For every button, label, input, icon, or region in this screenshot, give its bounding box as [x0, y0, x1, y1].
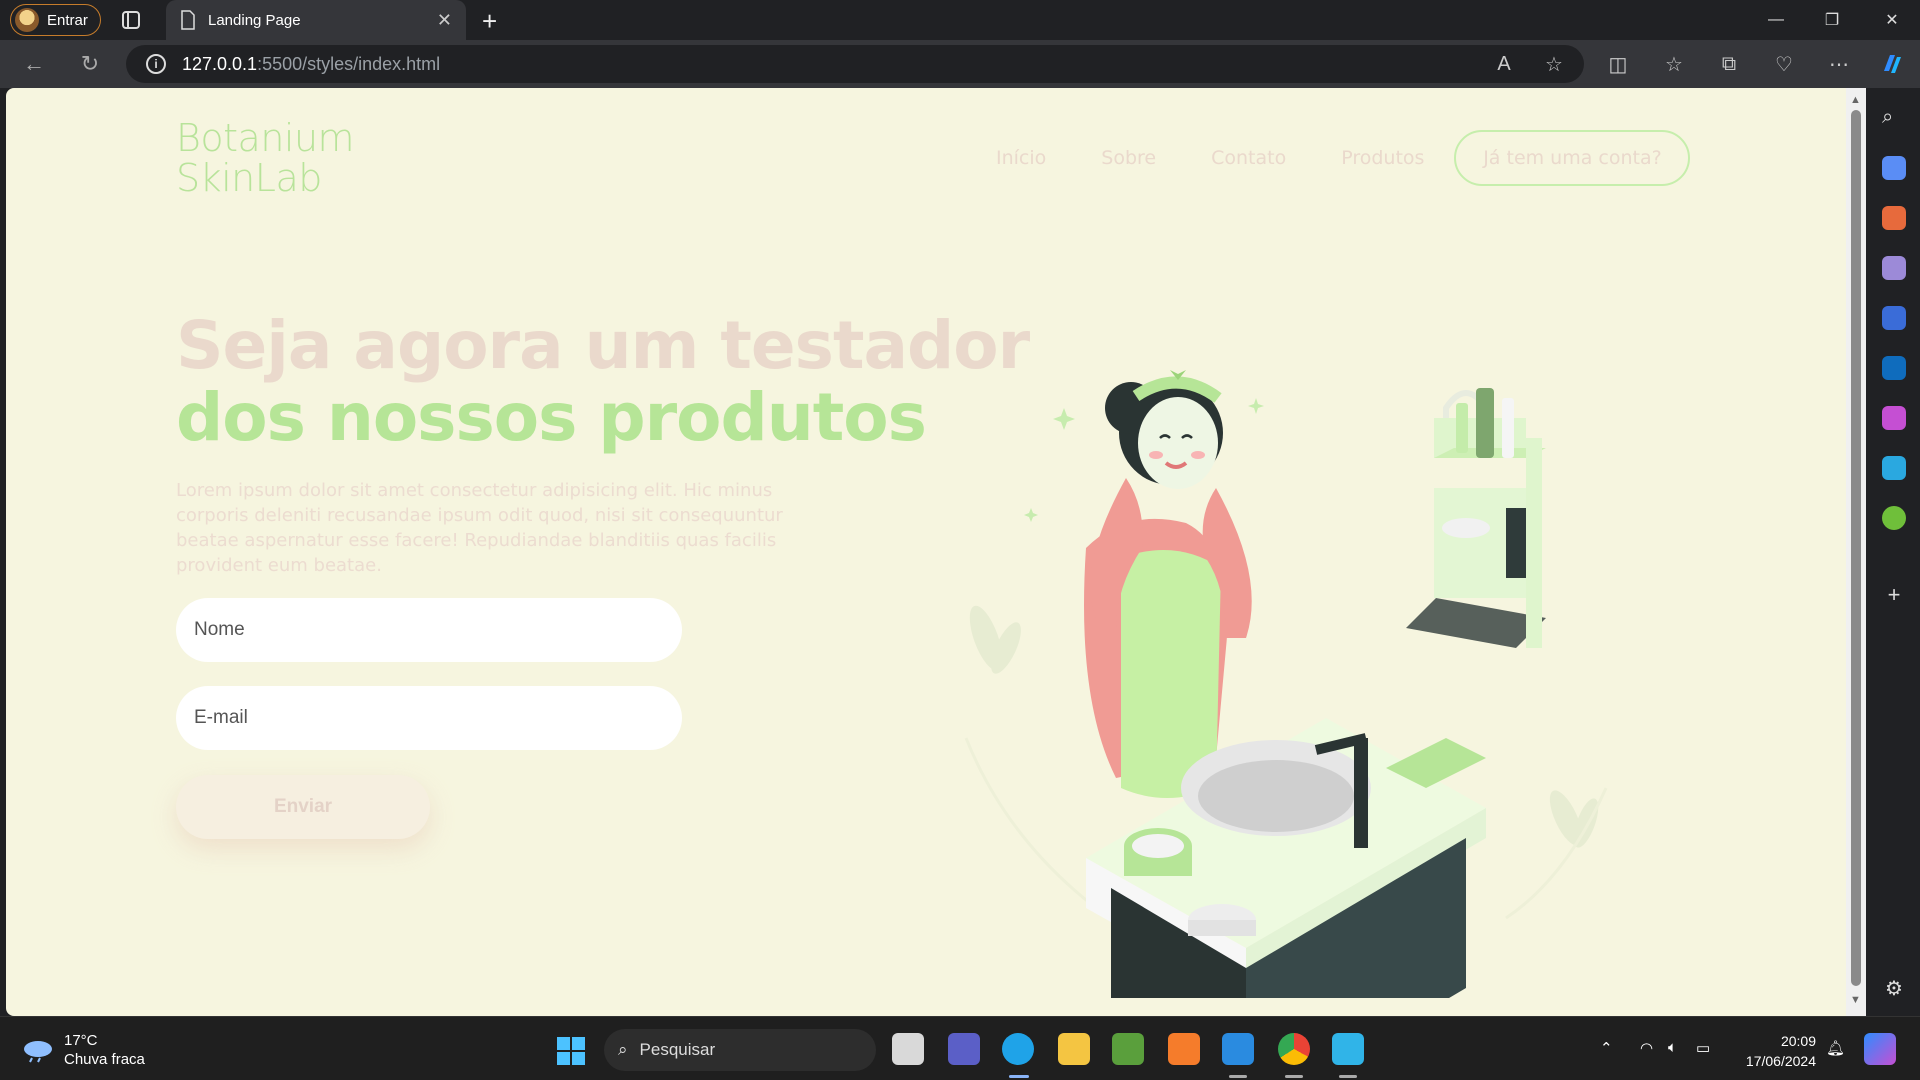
copilot-taskbar-icon[interactable] — [1864, 1033, 1896, 1065]
settings-gear-icon[interactable]: ⚙ — [1882, 976, 1906, 1000]
nav-inicio[interactable]: Início — [996, 147, 1046, 169]
clock-date: 17/06/2024 — [1745, 1053, 1816, 1069]
temperature: 17°C — [64, 1032, 98, 1049]
page-scrollbar[interactable]: ▲ ▼ — [1846, 88, 1866, 1016]
notepad-icon[interactable] — [1332, 1033, 1364, 1065]
file-explorer-icon[interactable] — [1058, 1033, 1090, 1065]
scrollbar-thumb[interactable] — [1851, 110, 1861, 986]
hero-description: Lorem ipsum dolor sit amet consectetur a… — [176, 480, 783, 576]
more-menu-icon[interactable]: ⋯ — [1825, 50, 1853, 78]
chrome-running-indicator — [1285, 1075, 1303, 1078]
document-icon — [181, 10, 195, 30]
page-viewport: Botanium SkinLab Início Sobre Contato Pr… — [6, 88, 1846, 1016]
nav-produtos[interactable]: Produtos — [1341, 147, 1424, 169]
split-screen-icon[interactable]: ◫ — [1604, 50, 1632, 78]
wifi-icon[interactable]: ◠ — [1640, 1039, 1653, 1057]
vscode-running-indicator — [1229, 1075, 1247, 1078]
read-aloud-icon[interactable]: A — [1490, 50, 1518, 78]
refresh-icon[interactable]: ↻ — [76, 50, 104, 78]
teams-icon[interactable] — [948, 1033, 980, 1065]
system-clock[interactable]: 20:09 17/06/2024 — [1734, 1031, 1816, 1071]
browser-essentials-icon[interactable]: ♡ — [1770, 50, 1798, 78]
name-placeholder: Nome — [194, 619, 245, 640]
address-bar[interactable]: i 127.0.0.1:5500/styles/index.html — [126, 45, 1584, 83]
tools-briefcase-icon[interactable] — [1882, 206, 1906, 230]
edge-sidebar: ⌕ + ⚙ — [1868, 88, 1920, 1016]
copilot-icon[interactable] — [1878, 50, 1906, 78]
search-icon: ⌕ — [618, 1040, 628, 1059]
scroll-down-icon[interactable]: ▼ — [1850, 994, 1861, 1006]
search-label: Pesquisar — [639, 1040, 716, 1059]
back-icon[interactable]: ← — [20, 50, 48, 78]
minimize-icon[interactable]: — — [1748, 0, 1804, 40]
url-host: 127.0.0.1 — [182, 53, 258, 74]
xampp-icon[interactable] — [1168, 1033, 1200, 1065]
url-path: :5500/styles/index.html — [257, 53, 441, 74]
notepad-running-indicator — [1339, 1075, 1357, 1078]
favorite-star-icon[interactable]: ☆ — [1540, 50, 1568, 78]
collections-icon[interactable]: ⧉ — [1715, 50, 1743, 78]
woman-figure — [1084, 370, 1252, 798]
battery-icon[interactable]: ▭ — [1696, 1039, 1710, 1057]
outlook-icon[interactable] — [1882, 356, 1906, 380]
tree-icon[interactable] — [1882, 506, 1906, 530]
games-icon[interactable] — [1882, 256, 1906, 280]
site-info-icon[interactable]: i — [146, 54, 166, 74]
tab-landing-page[interactable]: Landing Page ✕ — [166, 0, 466, 40]
volume-icon[interactable]: 🔈︎ — [1668, 1039, 1677, 1056]
name-input[interactable]: Nome — [176, 598, 682, 662]
profile-button[interactable]: Entrar — [10, 4, 101, 36]
windows-start-icon[interactable] — [557, 1037, 585, 1065]
designer-icon[interactable] — [1882, 406, 1906, 430]
show-hidden-icons-icon[interactable]: ⌃ — [1600, 1039, 1613, 1057]
task-view-icon[interactable] — [892, 1033, 924, 1065]
skincare-illustration — [964, 370, 1608, 998]
scroll-up-icon[interactable]: ▲ — [1850, 94, 1861, 106]
email-placeholder: E-mail — [194, 707, 248, 728]
profile-label: Entrar — [47, 11, 88, 29]
email-input[interactable]: E-mail — [176, 686, 682, 750]
address-toolbar: ← ↻ i 127.0.0.1:5500/styles/index.html A… — [0, 40, 1920, 88]
tab-actions-icon[interactable] — [120, 9, 142, 31]
browser-titlebar: Entrar Landing Page ✕ + — ❐ ✕ — [0, 0, 1920, 40]
logo-line-2: SkinLab — [176, 156, 322, 200]
logo-line-1: Botanium — [176, 116, 355, 160]
restore-icon[interactable]: ❐ — [1804, 0, 1860, 40]
send-icon[interactable] — [1882, 456, 1906, 480]
copilot-sidebar-icon[interactable] — [1882, 306, 1906, 330]
weather-widget[interactable]: 17°C Chuva fraca — [22, 1031, 145, 1069]
hero-headline: Seja agora um testador dos nossos produt… — [176, 307, 1030, 456]
bathroom-shelf — [1406, 388, 1546, 648]
headline-line-1: Seja agora um testador — [176, 307, 1030, 384]
profile-avatar — [15, 8, 39, 32]
nav-sobre[interactable]: Sobre — [1101, 147, 1156, 169]
main-nav: Início Sobre Contato Produtos Já tem uma… — [996, 130, 1691, 186]
search-icon[interactable]: ⌕ — [1882, 106, 1906, 130]
weather-condition: Chuva fraca — [64, 1051, 145, 1068]
notifications-bell-icon[interactable]: 🔔︎ — [1826, 1039, 1845, 1057]
site-logo[interactable]: Botanium SkinLab — [176, 116, 355, 200]
headline-line-2: dos nossos produtos — [176, 379, 927, 456]
vscode-icon[interactable] — [1222, 1033, 1254, 1065]
edge-active-indicator — [1009, 1075, 1029, 1078]
add-icon[interactable]: + — [1882, 582, 1906, 607]
close-tab-icon[interactable]: ✕ — [437, 10, 452, 31]
windows-taskbar: 17°C Chuva fraca ⌕ Pesquisar ⌃ ◠ 🔈︎ ▭ 20… — [0, 1016, 1920, 1080]
favorites-icon[interactable]: ☆ — [1660, 50, 1688, 78]
clock-time: 20:09 — [1780, 1033, 1816, 1049]
nav-contato[interactable]: Contato — [1211, 147, 1286, 169]
rain-cloud-icon — [24, 1041, 52, 1063]
image-app-icon[interactable] — [1112, 1033, 1144, 1065]
new-tab-icon[interactable]: + — [482, 6, 497, 37]
login-button[interactable]: Já tem uma conta? — [1454, 130, 1691, 186]
shopping-tag-icon[interactable] — [1882, 156, 1906, 180]
tab-title: Landing Page — [208, 11, 301, 29]
submit-button[interactable]: Enviar — [176, 775, 430, 839]
close-window-icon[interactable]: ✕ — [1864, 0, 1920, 40]
chrome-icon[interactable] — [1278, 1033, 1310, 1065]
edge-icon[interactable] — [1002, 1033, 1034, 1065]
taskbar-search[interactable]: ⌕ Pesquisar — [604, 1029, 876, 1071]
